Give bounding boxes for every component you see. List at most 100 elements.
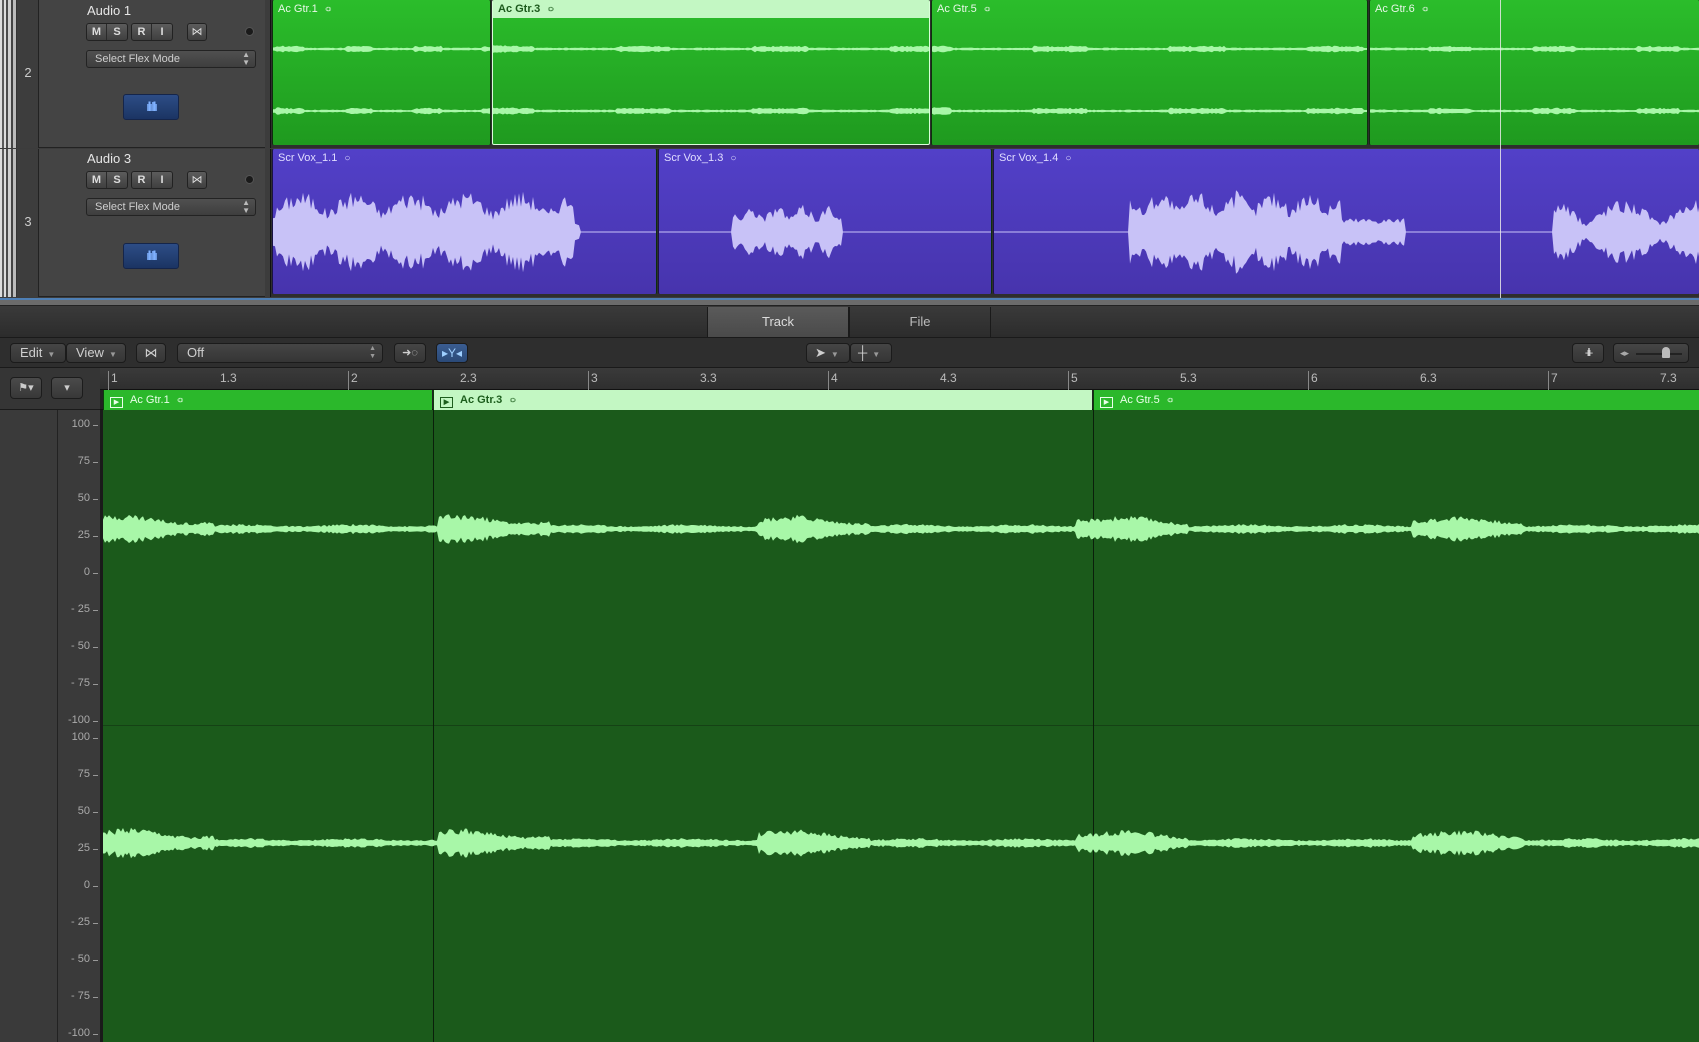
slider-knob[interactable]: [1662, 347, 1670, 358]
record-enable-button[interactable]: R: [132, 172, 152, 188]
ruler-label: 1: [111, 371, 118, 385]
region-ac-gtr-1[interactable]: Ac Gtr.1 ○○: [272, 0, 491, 145]
record-enable-button[interactable]: R: [132, 24, 152, 40]
stereo-icon: ○○: [1166, 395, 1174, 406]
region-name: Ac Gtr.3: [498, 3, 541, 15]
track-row-audio-1[interactable]: 2 Audio 1 M S R I ⋈ Select Flex Mode ▲ ▼ …: [0, 0, 1699, 148]
ruler-label: 5.3: [1180, 371, 1197, 385]
region-waveform: [1370, 45, 1699, 115]
arrow-into-icon: ➜◌: [402, 347, 418, 359]
amplitude-label: 100: [71, 731, 90, 743]
edit-menu-button[interactable]: Edit ▼: [10, 343, 66, 363]
transient-select[interactable]: Off ▲ ▼: [177, 343, 383, 363]
up-down-arrows-icon: ▲ ▼: [242, 50, 250, 67]
solo-button[interactable]: S: [107, 24, 127, 40]
pointer-tool-menu[interactable]: ➤ ▼: [806, 343, 850, 363]
ruler-label: 7.3: [1660, 371, 1677, 385]
crosshair-icon: ┼: [858, 345, 868, 360]
track-name[interactable]: Audio 3: [87, 151, 131, 166]
track-number-column: 2: [17, 0, 39, 148]
mute-button[interactable]: M: [87, 24, 107, 40]
ruler-label: 2: [351, 371, 358, 385]
region-waveform: [493, 45, 929, 115]
view-label: View: [76, 345, 104, 360]
track-header[interactable]: Audio 1 M S R I ⋈ Select Flex Mode ▲ ▼ ıl…: [39, 0, 265, 148]
region-scr-vox-1-3[interactable]: Scr Vox_1.3 ○: [658, 149, 992, 294]
track-color-stripes: [0, 149, 17, 297]
tab-track[interactable]: Track: [707, 307, 849, 337]
ruler-label: 5: [1071, 371, 1078, 385]
ruler-label: 7: [1551, 371, 1558, 385]
track-row-audio-3[interactable]: 3 Audio 3 M S R I ⋈ Select Flex Mode ▲ ▼ …: [0, 149, 1699, 297]
flex-toggle-button[interactable]: ⋈: [187, 171, 207, 189]
flag-menu-button[interactable]: ⚑▾: [10, 377, 42, 399]
collapse-button[interactable]: ▾: [51, 377, 83, 399]
editor-region-header-ac-gtr-5[interactable]: ▶ Ac Gtr.5 ○○: [1093, 390, 1699, 410]
pointer-arrow-icon: ➤: [815, 345, 826, 360]
flex-mode-select[interactable]: Select Flex Mode ▲ ▼: [86, 50, 256, 68]
mute-button[interactable]: M: [87, 172, 107, 188]
region-ac-gtr-3[interactable]: Ac Gtr.3 ○○: [492, 0, 930, 145]
play-region-icon: ▶: [110, 397, 123, 408]
ruler-label: 3.3: [700, 371, 717, 385]
track-header[interactable]: Audio 3 M S R I ⋈ Select Flex Mode ▲ ▼ ıl…: [39, 149, 265, 297]
track-lane-audio-3: Scr Vox_1.1 ○ Scr Vox_1.3 ○ Scr Vox_1.4 ○: [270, 149, 1699, 297]
flex-icon: ⋈: [144, 345, 158, 360]
region-scr-vox-1-4[interactable]: Scr Vox_1.4 ○: [993, 149, 1699, 294]
flex-icon: ⋈: [191, 174, 203, 186]
horizontal-zoom-slider[interactable]: ◂▸: [1613, 343, 1689, 363]
flex-mode-value: Select Flex Mode: [95, 201, 180, 213]
flag-icon: ⚑▾: [18, 382, 34, 394]
amplitude-label: 50: [77, 805, 90, 817]
ruler-label: 1.3: [220, 371, 237, 385]
audio-file-editor-waveform[interactable]: [103, 410, 1699, 1042]
track-name[interactable]: Audio 1: [87, 3, 131, 18]
region-name: Scr Vox_1.4: [999, 152, 1059, 164]
view-menu-button[interactable]: View ▼: [66, 343, 126, 363]
region-waveform: [659, 204, 991, 260]
input-monitor-button[interactable]: I: [152, 172, 172, 188]
link-filter-button[interactable]: ▸Y◂: [436, 343, 468, 363]
bar-ruler[interactable]: 1 1.3 2 2.3 3 3.3 4 4.3 5 5.3 6 6.3 7 7.3: [100, 368, 1699, 390]
filter-funnel-icon: ▸Y◂: [441, 346, 463, 360]
region-name: Ac Gtr.6: [1375, 3, 1415, 15]
amplitude-tick: [93, 849, 98, 850]
waveform-icon[interactable]: ıllıIllı: [123, 243, 179, 269]
flex-view-button[interactable]: ⋈: [136, 343, 166, 363]
amplitude-label: -100: [67, 714, 90, 726]
region-header: Ac Gtr.1 ○○: [273, 0, 490, 18]
region-name: Scr Vox_1.3: [664, 152, 724, 164]
mono-icon: ○: [730, 153, 737, 164]
region-waveform: [932, 45, 1367, 115]
pane-divider[interactable]: [0, 298, 1699, 306]
record-input-group: R I: [131, 171, 173, 189]
region-name: Ac Gtr.3: [460, 394, 503, 406]
region-ac-gtr-6[interactable]: Ac Gtr.6 ○○: [1369, 0, 1699, 145]
tab-file[interactable]: File: [849, 307, 991, 337]
amplitude-tick: [93, 684, 98, 685]
region-scr-vox-1-1[interactable]: Scr Vox_1.1 ○: [272, 149, 657, 294]
region-name: Ac Gtr.5: [937, 3, 977, 15]
editor-region-header-ac-gtr-3[interactable]: ▶ Ac Gtr.3 ○○: [433, 390, 1092, 410]
up-down-arrows-icon: ▲ ▼: [369, 345, 376, 360]
editor-region-header-ac-gtr-1[interactable]: ▶ Ac Gtr.1 ○○: [103, 390, 432, 410]
chevron-down-icon: ▼: [47, 350, 56, 359]
track-number: 3: [24, 214, 32, 229]
waveform-zoom-button[interactable]: -ıllı-: [1572, 343, 1604, 363]
flex-mode-select[interactable]: Select Flex Mode ▲ ▼: [86, 198, 256, 216]
region-name: Ac Gtr.1: [130, 394, 170, 406]
track-lane-audio-1: Ac Gtr.1 ○○ Ac Gtr.3 ○○ Ac Gtr.5 ○○ Ac Gtr.…: [270, 0, 1699, 148]
waveform-icon[interactable]: ıllıIllı: [123, 94, 179, 120]
amplitude-tick: [93, 738, 98, 739]
catch-button[interactable]: ➜◌: [394, 343, 426, 363]
amplitude-label: - 25: [71, 603, 90, 615]
play-region-icon: ▶: [440, 397, 453, 408]
secondary-tool-menu[interactable]: ┼ ▼: [850, 343, 892, 363]
input-monitor-button[interactable]: I: [152, 24, 172, 40]
solo-button[interactable]: S: [107, 172, 127, 188]
amplitude-tick: [93, 721, 98, 722]
region-ac-gtr-5[interactable]: Ac Gtr.5 ○○: [931, 0, 1368, 145]
playhead[interactable]: [1500, 0, 1501, 298]
flex-toggle-button[interactable]: ⋈: [187, 23, 207, 41]
amplitude-label: 50: [77, 492, 90, 504]
